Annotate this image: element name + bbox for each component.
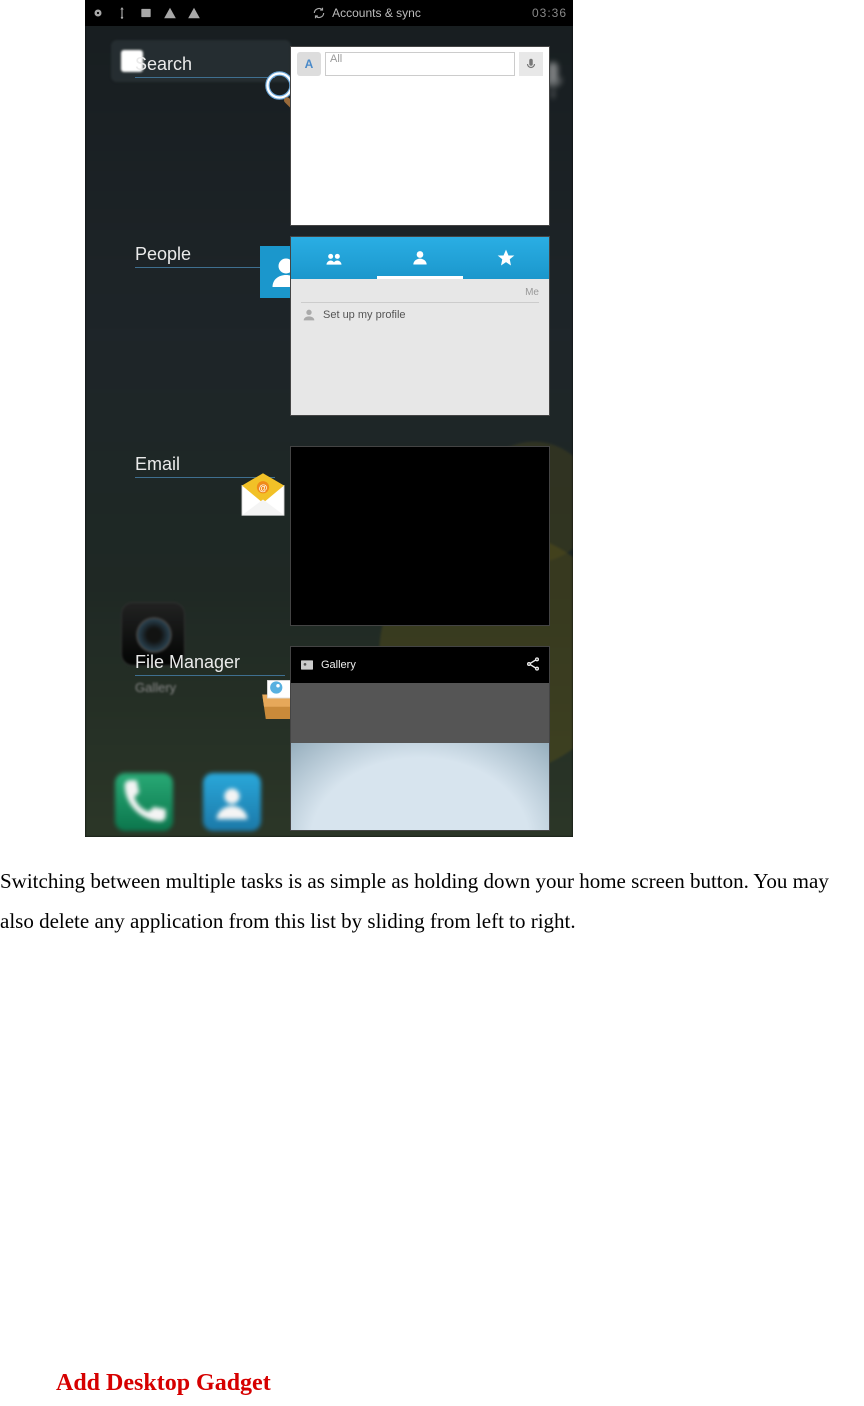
people-preview-body: Me Set up my profile [291, 279, 549, 335]
status-bar: Accounts & sync 03:36 [85, 0, 573, 26]
gallery-preview-header: Gallery [291, 647, 549, 683]
people-tab-favorites [463, 237, 549, 279]
task-preview-email[interactable] [290, 446, 550, 626]
usb-icon [115, 6, 129, 20]
gallery-title: Gallery [321, 659, 356, 671]
location-icon [91, 6, 105, 20]
gallery-preview-image [291, 683, 549, 831]
svg-text:@: @ [259, 483, 268, 493]
sync-icon [312, 6, 326, 20]
section-heading: Add Desktop Gadget [56, 1370, 271, 1397]
search-scope-icon: A [297, 52, 321, 76]
warning-icon [163, 6, 177, 20]
task-preview-gallery[interactable]: Gallery [290, 646, 550, 831]
image-icon [139, 6, 153, 20]
dock-contacts-icon [203, 773, 261, 831]
dock-phone-icon [115, 773, 173, 831]
task-sublabel-gallery: Gallery [135, 680, 176, 695]
task-label-search: Search [135, 54, 275, 78]
caption-text: Switching between multiple tasks is as s… [0, 862, 864, 942]
task-preview-search[interactable]: A All [290, 46, 550, 226]
status-notification-icons [91, 6, 201, 20]
recent-task-search[interactable]: Search A All [85, 46, 573, 246]
warning-icon-2 [187, 6, 201, 20]
people-tab-all [377, 237, 463, 279]
people-setup-text: Set up my profile [323, 309, 406, 321]
recent-task-people[interactable]: People M [85, 236, 573, 436]
home-dock [115, 773, 261, 831]
gallery-icon [299, 657, 315, 673]
people-me-label: Me [301, 287, 539, 298]
mic-icon [519, 52, 543, 76]
task-label-people: People [135, 244, 275, 268]
task-preview-people[interactable]: Me Set up my profile [290, 236, 550, 416]
phone-screenshot: Accounts & sync 03:36 Search A All [85, 0, 573, 837]
people-tabs [291, 237, 549, 279]
search-preview-bar: A All [291, 47, 549, 81]
status-time: 03:36 [532, 6, 567, 20]
share-icon [525, 656, 541, 675]
search-preview-input: All [325, 52, 515, 76]
email-app-icon: @ [235, 468, 293, 526]
people-tab-groups [291, 237, 377, 279]
recent-apps-list[interactable]: Search A All People [85, 26, 573, 837]
status-sync-label: Accounts & sync [332, 6, 421, 20]
status-sync-area: Accounts & sync [312, 6, 421, 20]
